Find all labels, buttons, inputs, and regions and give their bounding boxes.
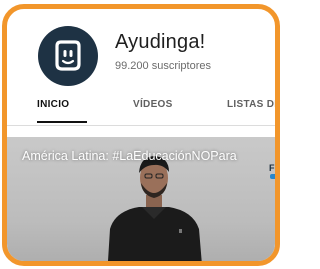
subscriber-count: 99.200 suscriptores	[115, 60, 211, 72]
channel-name[interactable]: Ayudinga!	[115, 31, 205, 54]
tabs-divider	[7, 125, 275, 126]
watermark-text: Fu	[269, 163, 275, 173]
channel-tabs: INICIO VÍDEOS LISTAS DE	[7, 91, 275, 125]
active-tab-indicator	[37, 121, 87, 123]
tab-inicio[interactable]: INICIO	[37, 99, 69, 110]
channel-card: Ayudinga! 99.200 suscriptores INICIO VÍD…	[2, 4, 280, 266]
tab-videos[interactable]: VÍDEOS	[133, 99, 173, 110]
partial-watermark-logo: Fu	[269, 163, 275, 181]
channel-avatar[interactable]	[38, 26, 98, 86]
featured-video[interactable]: América Latina: #LaEducaciónNOPara Fu	[7, 137, 275, 261]
watermark-mark	[270, 174, 275, 179]
tab-listas[interactable]: LISTAS DE	[227, 99, 275, 110]
smiley-logo-icon	[55, 40, 81, 71]
video-title: América Latina: #LaEducaciónNOPara	[22, 149, 237, 163]
